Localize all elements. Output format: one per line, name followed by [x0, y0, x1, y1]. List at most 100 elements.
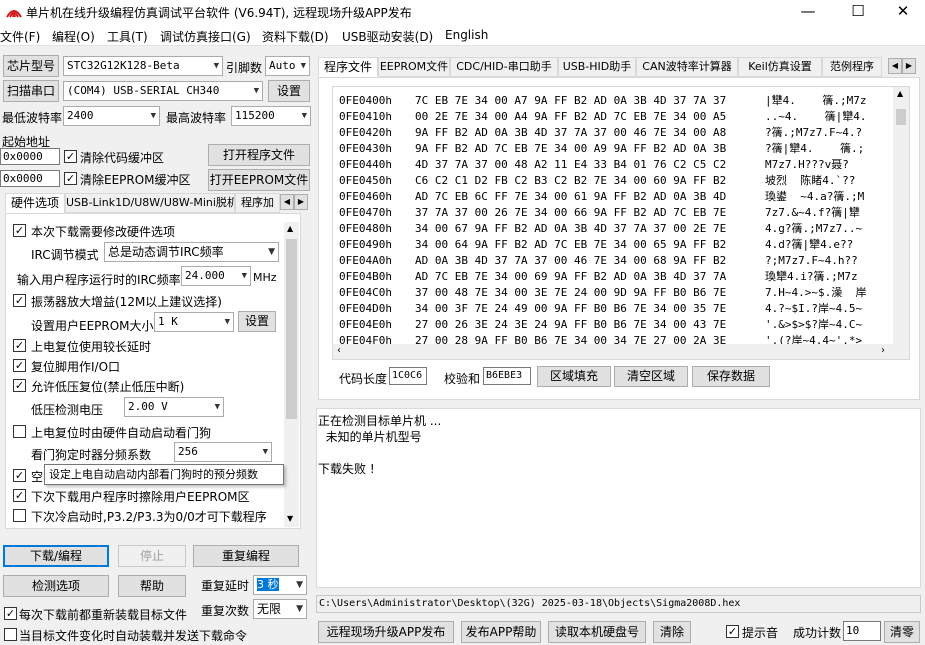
auto-send-checkbox[interactable] — [4, 628, 17, 641]
hex-bytes: 34 00 64 9A FF B2 AD 7C EB 7E 34 00 65 9… — [415, 238, 727, 251]
wdt-divider-select[interactable]: 256 ▼ — [174, 442, 272, 462]
chevron-down-icon: ▼ — [214, 402, 220, 412]
window-title: 单片机在线升级编程仿真调试平台软件 (V6.94T), 远程现场升级APP发布 — [26, 6, 412, 20]
hex-bytes: C6 C2 C1 D2 FB C2 B3 C2 B2 7E 34 00 60 9… — [415, 174, 727, 187]
reset-count-button[interactable]: 清零 — [884, 621, 920, 643]
chip-model-button[interactable]: 芯片型号 — [3, 55, 59, 77]
tab-examples[interactable]: 范例程序 — [822, 57, 882, 77]
menu-file[interactable]: 文件(F) — [0, 28, 40, 45]
serial-port-select[interactable]: (COM4) USB-SERIAL CH340 ▼ — [63, 81, 263, 101]
pin-count-select[interactable]: Auto ▼ — [265, 56, 310, 76]
menu-english[interactable]: English — [445, 28, 488, 42]
maximize-button[interactable]: ☐ — [835, 0, 881, 24]
osc-gain-checkbox[interactable]: ✓ — [13, 294, 26, 307]
tab-cdc-hid-serial[interactable]: CDC/HID-串口助手 — [450, 57, 558, 77]
clear-code-checkbox[interactable]: ✓ — [64, 150, 77, 163]
reset-pin-io-checkbox[interactable]: ✓ — [13, 359, 26, 372]
hex-bytes: 27 00 26 3E 24 3E 24 9A FF B0 B6 7E 34 0… — [415, 318, 727, 331]
hex-row: 0FE04E0h 27 00 26 3E 24 3E 24 9A FF B0 B6… — [339, 317, 862, 333]
options-scrollbar[interactable]: ▲ ▼ — [284, 222, 299, 527]
scroll-left-icon: ‹ — [337, 345, 341, 356]
hex-bytes: 9A FF B2 AD 0A 3B 4D 37 7A 37 00 46 7E 3… — [415, 126, 727, 139]
clear-log-button[interactable]: 清除 — [653, 621, 691, 643]
erase-eeprom-checkbox[interactable]: ✓ — [13, 489, 26, 502]
idle-option-checkbox[interactable]: ✓ — [13, 469, 26, 482]
eeprom-size-select[interactable]: 1 K ▼ — [154, 312, 234, 332]
menu-usb-driver[interactable]: USB驱动安装(D) — [342, 28, 433, 45]
chevron-down-icon: ▼ — [241, 271, 247, 281]
tab-can-baud[interactable]: CAN波特率计算器 — [636, 57, 738, 77]
reload-file-checkbox[interactable]: ✓ — [4, 607, 17, 620]
menu-program[interactable]: 编程(O) — [52, 28, 95, 45]
open-program-file-button[interactable]: 打开程序文件 — [208, 144, 310, 166]
publish-app-help-button[interactable]: 发布APP帮助 — [461, 621, 541, 643]
osc-gain-label: 振荡器放大增益(12M以上建议选择) — [31, 295, 222, 309]
reprogram-button[interactable]: 重复编程 — [193, 545, 299, 567]
area-fill-button[interactable]: 区域填充 — [537, 366, 611, 387]
tab-usb-hid[interactable]: USB-HID助手 — [558, 57, 636, 77]
tab-scroll-left-button[interactable]: ◀ — [280, 194, 294, 210]
pin-count-label: 引脚数 — [226, 61, 263, 75]
low-voltage-reset-checkbox[interactable]: ✓ — [13, 379, 26, 392]
hex-ascii: 坡烈 陈睹4.`?? — [765, 174, 856, 187]
download-program-button[interactable]: 下载/编程 — [3, 545, 109, 567]
hex-view[interactable]: 0FE0400h 7C EB 7E 34 00 A7 9A FF B2 AD 0A… — [332, 86, 910, 360]
check-options-button[interactable]: 检测选项 — [3, 575, 109, 597]
menu-tools[interactable]: 工具(T) — [107, 28, 148, 45]
chip-model-select[interactable]: STC32G12K128-Beta ▼ — [63, 56, 223, 76]
help-button[interactable]: 帮助 — [118, 575, 186, 597]
irc-freq-input[interactable]: 24.000 ▼ — [181, 266, 251, 286]
eeprom-start-address-field[interactable]: 0x0000 — [0, 170, 60, 187]
right-tab-scroll-left-button[interactable]: ◀ — [888, 58, 902, 74]
tab-program-file[interactable]: 程序文件 — [318, 57, 378, 77]
chevron-down-icon: ▼ — [300, 61, 306, 71]
hex-ascii: ?;M7z7.F~4.h?? — [765, 254, 858, 267]
tab-program-add[interactable]: 程序加 — [235, 193, 280, 213]
hex-vscrollbar[interactable]: ▲ — [893, 87, 909, 359]
save-data-button[interactable]: 保存数据 — [692, 366, 770, 387]
right-tab-scroll-right-button[interactable]: ▶ — [902, 58, 916, 74]
hex-hscrollbar[interactable]: ‹ › — [333, 344, 893, 359]
modify-hw-options-checkbox[interactable]: ✓ — [13, 224, 26, 237]
modify-hw-options-label: 本次下载需要修改硬件选项 — [31, 225, 176, 239]
tab-hardware-options[interactable]: 硬件选项 — [5, 193, 65, 213]
stop-button[interactable]: 停止 — [118, 545, 186, 567]
hex-vscroll-thumb[interactable] — [896, 109, 906, 125]
hex-bytes: 7C EB 7E 34 00 A7 9A FF B2 AD 0A 3B 4D 3… — [415, 94, 727, 107]
hex-row: 0FE0430h 9A FF B2 AD 7C EB 7E 34 00 A9 9A… — [339, 141, 864, 157]
menu-debug-interface[interactable]: 调试仿真接口(G) — [160, 28, 251, 45]
minimize-button[interactable]: — — [785, 0, 831, 24]
irc-mode-select[interactable]: 总是动态调节IRC频率 ▼ — [104, 242, 279, 262]
beep-checkbox[interactable]: ✓ — [726, 625, 739, 638]
min-baud-select[interactable]: 2400 ▼ — [63, 106, 160, 126]
max-baud-select[interactable]: 115200 ▼ — [231, 106, 311, 126]
lv-detect-select[interactable]: 2.00 V ▼ — [124, 397, 224, 417]
cold-boot-checkbox[interactable] — [13, 509, 26, 522]
long-delay-checkbox[interactable]: ✓ — [13, 339, 26, 352]
remote-upgrade-publish-button[interactable]: 远程现场升级APP发布 — [318, 621, 454, 643]
tab-usb-link-offline[interactable]: USB-Link1D/U8W/U8W-Mini脱机 — [65, 193, 235, 213]
open-eeprom-file-button[interactable]: 打开EEPROM文件 — [208, 169, 310, 191]
repeat-count-select[interactable]: 无限 ▼ — [253, 599, 307, 619]
beep-label: 提示音 — [742, 626, 779, 640]
hex-address: 0FE0410h — [339, 110, 392, 123]
hex-bytes: 37 7A 37 00 26 7E 34 00 66 9A FF B2 AD 7… — [415, 206, 727, 219]
repeat-delay-select[interactable]: 3 秒 ▼ — [253, 575, 307, 595]
hex-address: 0FE0400h — [339, 94, 392, 107]
tab-scroll-right-button[interactable]: ▶ — [294, 194, 308, 210]
close-button[interactable]: ✕ — [880, 0, 925, 24]
menu-downloads[interactable]: 资料下载(D) — [262, 28, 329, 45]
wdt-auto-start-checkbox[interactable] — [13, 425, 26, 438]
read-disk-id-button[interactable]: 读取本机硬盘号 — [548, 621, 646, 643]
code-start-address-field[interactable]: 0x0000 — [0, 148, 60, 165]
tab-keil-sim[interactable]: Keil仿真设置 — [738, 57, 822, 77]
clear-area-button[interactable]: 清空区域 — [614, 366, 688, 387]
tab-eeprom-file[interactable]: EEPROM文件 — [378, 57, 450, 77]
wdt-divider-label: 看门狗定时器分频系数 — [31, 448, 152, 462]
eeprom-size-label: 设置用户EEPROM大小 — [31, 319, 154, 333]
eeprom-size-set-button[interactable]: 设置 — [238, 311, 276, 332]
port-settings-button[interactable]: 设置 — [268, 80, 310, 102]
scan-port-button[interactable]: 扫描串口 — [3, 80, 59, 102]
clear-eeprom-checkbox[interactable]: ✓ — [64, 172, 77, 185]
options-scroll-thumb[interactable] — [286, 239, 297, 419]
